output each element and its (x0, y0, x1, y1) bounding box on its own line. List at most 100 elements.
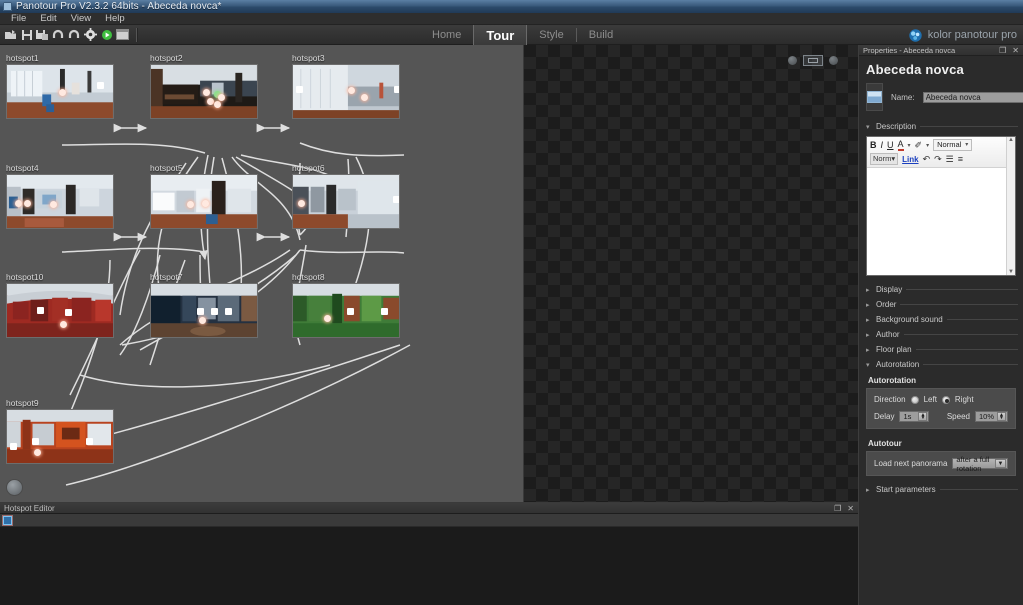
hotspot-marker[interactable] (298, 200, 305, 207)
menu-help[interactable]: Help (98, 13, 132, 25)
hotspot-marker[interactable] (324, 315, 331, 322)
hotspot-marker[interactable] (199, 317, 206, 324)
paragraph-style-select[interactable]: Normal ▾ (933, 139, 973, 151)
panorama-thumbnail[interactable] (292, 64, 400, 119)
panorama-thumbnail[interactable] (292, 283, 400, 338)
panorama-thumbnail[interactable] (292, 174, 400, 229)
numbered-list-button[interactable]: ≡ (958, 154, 963, 164)
hotspot-marker[interactable] (393, 196, 399, 203)
panorama-thumbnail[interactable] (6, 409, 114, 464)
hotspot-item-thumb[interactable] (3, 515, 12, 525)
hotspot-marker[interactable] (24, 200, 31, 207)
hotspot-marker[interactable] (381, 308, 388, 315)
bullet-list-button[interactable]: ☰ (946, 154, 954, 165)
section-background-sound[interactable]: ▸ Background sound (859, 312, 1023, 327)
undo-icon[interactable] (51, 27, 66, 42)
build-play-icon[interactable] (99, 27, 114, 42)
hotspot-marker[interactable] (15, 200, 22, 207)
font-color-button[interactable]: A (897, 139, 904, 151)
section-start-parameters[interactable]: ▸ Start parameters (859, 482, 1023, 497)
hotspot-marker[interactable] (218, 94, 225, 101)
node-hotspot7[interactable]: hotspot7 (150, 272, 258, 338)
settings-gear-icon[interactable] (83, 27, 98, 42)
format-select[interactable]: Norm▾ (870, 153, 899, 165)
section-author[interactable]: ▸ Author (859, 327, 1023, 342)
section-order[interactable]: ▸ Order (859, 297, 1023, 312)
node-hotspot8[interactable]: hotspot8 (292, 272, 400, 338)
undo-button[interactable]: ↶ (923, 154, 931, 165)
name-input[interactable] (922, 91, 1023, 103)
direction-right-radio[interactable] (941, 395, 950, 404)
node-hotspot9[interactable]: hotspot9 (6, 398, 114, 464)
node-hotspot6[interactable]: hotspot6 (292, 163, 400, 229)
tab-tour[interactable]: Tour (473, 25, 528, 45)
load-next-select[interactable]: after a full rotation ▼ (952, 455, 1008, 473)
scroll-down-icon[interactable]: ▼ (1008, 269, 1014, 275)
pano-frame-icon[interactable] (803, 55, 823, 66)
section-display[interactable]: ▸ Display (859, 282, 1023, 297)
hotspot-marker[interactable] (211, 308, 218, 315)
panorama-preview[interactable] (523, 45, 858, 502)
float-icon[interactable]: ❐ (834, 504, 841, 513)
redo-icon[interactable] (67, 27, 82, 42)
hotspot-marker[interactable] (86, 438, 93, 445)
panorama-thumbnail[interactable] (6, 64, 114, 119)
hotspot-marker[interactable] (97, 82, 104, 89)
menu-view[interactable]: View (64, 13, 98, 25)
scroll-up-icon[interactable]: ▲ (1008, 137, 1014, 143)
tab-build[interactable]: Build (577, 25, 625, 45)
float-icon[interactable]: ❐ (999, 46, 1006, 55)
workspace-status-icon[interactable] (7, 480, 22, 495)
hotspot-marker[interactable] (225, 308, 232, 315)
delay-stepper[interactable]: 1s ▲ ▼ (899, 411, 930, 422)
save-icon[interactable] (19, 27, 34, 42)
tour-graph-canvas[interactable]: hotspot1 hotspot2 hotspot3 hotspot4 hots… (0, 45, 523, 502)
hotspot-marker[interactable] (361, 94, 368, 101)
description-content[interactable] (867, 168, 1015, 176)
highlight-color-button[interactable]: ✐ (915, 140, 923, 151)
hotspot-marker[interactable] (348, 87, 355, 94)
section-autorotation[interactable]: ▾ Autorotation (859, 357, 1023, 372)
hotspot-marker[interactable] (65, 309, 72, 316)
bold-button[interactable]: B (870, 140, 877, 150)
hotspot-marker[interactable] (37, 307, 44, 314)
new-project-icon[interactable] (3, 27, 18, 42)
hotspot-marker[interactable] (59, 89, 66, 96)
panorama-thumbnail[interactable] (150, 283, 258, 338)
panorama-thumbnail[interactable] (150, 64, 258, 119)
hotspot-editor-body[interactable] (0, 527, 858, 605)
tour-thumbnail[interactable] (866, 83, 883, 111)
panorama-thumbnail[interactable] (6, 283, 114, 338)
hotspot-marker[interactable] (202, 200, 209, 207)
stepper-arrows-icon[interactable]: ▲ ▼ (997, 412, 1006, 421)
hotspot-marker[interactable] (50, 201, 57, 208)
hotspot-marker[interactable] (296, 86, 303, 93)
redo-button[interactable]: ↷ (934, 154, 942, 165)
node-hotspot5[interactable]: hotspot5 (150, 163, 258, 229)
hotspot-marker[interactable] (394, 86, 399, 93)
hotspot-marker[interactable] (207, 98, 214, 105)
pano-right-eye-icon[interactable] (829, 56, 838, 65)
save-as-icon[interactable] (35, 27, 50, 42)
speed-stepper[interactable]: 10% ▲ ▼ (974, 411, 1008, 422)
menu-edit[interactable]: Edit (33, 13, 63, 25)
hotspot-marker[interactable] (34, 449, 41, 456)
hotspot-marker[interactable] (10, 443, 17, 450)
pano-left-eye-icon[interactable] (788, 56, 797, 65)
hotspot-marker[interactable] (214, 101, 221, 108)
hotspot-marker[interactable] (187, 201, 194, 208)
direction-left-radio[interactable] (910, 395, 919, 404)
hotspot-marker[interactable] (60, 321, 67, 328)
hotspot-editor-strip[interactable] (0, 514, 858, 527)
panorama-thumbnail[interactable] (150, 174, 258, 229)
description-editor[interactable]: B I U A ▾ ✐ ▾ Normal ▾ Norm▾ Link ↶ ↷ ☰ … (866, 136, 1016, 276)
tab-home[interactable]: Home (420, 25, 473, 45)
insert-link-button[interactable]: Link (902, 155, 918, 164)
hotspot-marker[interactable] (32, 438, 39, 445)
section-floor-plan[interactable]: ▸ Floor plan (859, 342, 1023, 357)
close-icon[interactable]: ✕ (1012, 46, 1019, 55)
italic-button[interactable]: I (881, 140, 884, 150)
description-scrollbar[interactable]: ▲ ▼ (1006, 137, 1015, 275)
hotspot-marker[interactable] (197, 308, 204, 315)
underline-button[interactable]: U (887, 140, 894, 150)
